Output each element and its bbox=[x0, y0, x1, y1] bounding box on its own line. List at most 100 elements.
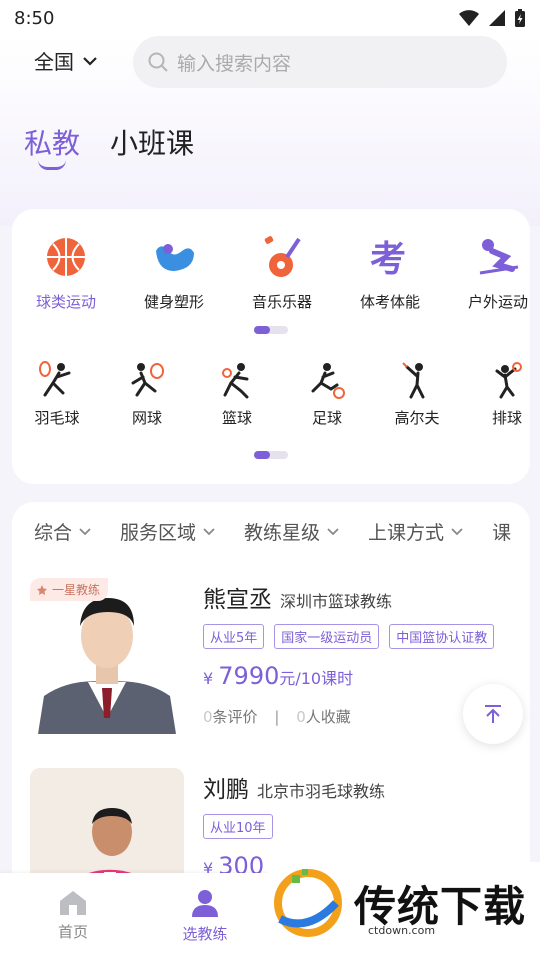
coach-star-badge: 一星教练 bbox=[30, 578, 109, 601]
filter-label: 综合 bbox=[34, 522, 73, 544]
category-item-outdoor[interactable]: 户外运动 bbox=[444, 235, 530, 312]
filter-row: 综合 服务区域 教练星级 上课方式 课 bbox=[34, 518, 511, 545]
status-icons bbox=[458, 8, 526, 28]
sport-label: 篮球 bbox=[221, 409, 252, 427]
category-item-music[interactable]: 音乐乐器 bbox=[228, 235, 336, 312]
filter-service-area[interactable]: 服务区域 bbox=[120, 518, 216, 545]
guitar-icon bbox=[260, 235, 304, 279]
watermark: 传统下载 ctdown.com bbox=[268, 862, 540, 944]
volleyball-icon bbox=[495, 362, 522, 399]
region-selector[interactable]: 全国 bbox=[34, 46, 98, 75]
nav-label: 选教练 bbox=[182, 925, 228, 943]
watermark-url: ctdown.com bbox=[368, 924, 436, 937]
sport-item-volleyball[interactable]: 排球 bbox=[462, 361, 530, 428]
chevron-down-icon bbox=[327, 528, 339, 536]
sport-label: 羽毛球 bbox=[34, 409, 80, 427]
reviews-count: 0 bbox=[203, 708, 213, 726]
favorites-count: 0 bbox=[296, 708, 306, 726]
svg-text:考: 考 bbox=[370, 239, 406, 277]
search-placeholder: 输入搜索内容 bbox=[177, 52, 292, 75]
favorites-label: 人收藏 bbox=[305, 708, 351, 726]
category-label: 球类运动 bbox=[35, 293, 96, 311]
basketball-icon bbox=[44, 235, 88, 279]
battery-icon bbox=[515, 9, 525, 27]
coach-name: 熊宣丞 bbox=[203, 587, 272, 613]
watermark-logo-icon bbox=[274, 869, 342, 937]
back-to-top-button[interactable] bbox=[463, 684, 523, 744]
price-value: 7990 bbox=[218, 662, 280, 690]
coach-name: 刘鹏 bbox=[203, 777, 249, 803]
coach-tags: 从业10年 bbox=[203, 814, 273, 839]
sport-label: 排球 bbox=[491, 409, 522, 427]
arrow-up-icon bbox=[485, 705, 501, 723]
star-badge-icon bbox=[37, 584, 47, 595]
basketball-player-icon bbox=[222, 363, 249, 399]
sport-label: 足球 bbox=[311, 409, 342, 427]
coach-name-row: 刘鹏 北京市羽毛球教练 bbox=[203, 770, 385, 804]
category-label: 音乐乐器 bbox=[251, 293, 312, 311]
header: 全国 输入搜索内容 私教 小班课 bbox=[0, 36, 540, 226]
person-icon bbox=[192, 890, 218, 917]
nav-home[interactable]: 首页 bbox=[23, 889, 123, 942]
coach-name-row: 熊宣丞 深圳市篮球教练 bbox=[203, 580, 392, 614]
coach-tags: 从业5年 国家一级运动员 中国篮协认证教 bbox=[203, 624, 495, 649]
filter-coach-level[interactable]: 教练星级 bbox=[244, 518, 340, 545]
tab-indicator bbox=[38, 160, 66, 170]
category-label: 体考体能 bbox=[359, 293, 420, 311]
coach-photo: 一星教练 bbox=[30, 578, 184, 734]
filter-comprehensive[interactable]: 综合 bbox=[34, 518, 92, 545]
tab-small-class[interactable]: 小班课 bbox=[110, 122, 194, 162]
sport-item-golf[interactable]: 高尔夫 bbox=[372, 361, 462, 428]
coach-stats: 0条评价 | 0人收藏 bbox=[203, 706, 351, 727]
filter-course[interactable]: 课 bbox=[492, 518, 511, 545]
category-item-ball[interactable]: 球类运动 bbox=[12, 235, 120, 312]
signal-icon bbox=[489, 10, 505, 26]
region-label: 全国 bbox=[34, 50, 74, 74]
coach-tag: 国家一级运动员 bbox=[274, 624, 380, 649]
sport-label: 网球 bbox=[131, 409, 162, 427]
coach-title: 深圳市篮球教练 bbox=[280, 592, 393, 611]
category-item-exam[interactable]: 考 体考体能 bbox=[336, 235, 444, 312]
badminton-icon bbox=[39, 361, 71, 397]
search-icon bbox=[148, 52, 168, 72]
coach-card[interactable]: 一星教练 熊宣丞 深圳市篮球教练 从业5年 国家一级运动员 中国篮协认证教 ¥ 7… bbox=[30, 578, 530, 738]
coach-list-card: 综合 服务区域 教练星级 上课方式 课 一星教练 熊宣丞 深圳市篮球教练 从业5… bbox=[12, 502, 530, 902]
sport-item-tennis[interactable]: 网球 bbox=[102, 361, 192, 428]
filter-class-mode[interactable]: 上课方式 bbox=[368, 518, 464, 545]
chevron-down-icon bbox=[83, 56, 97, 66]
chevron-down-icon bbox=[79, 528, 91, 536]
category-item-fitness[interactable]: 健身塑形 bbox=[120, 235, 228, 312]
reviews-label: 条评价 bbox=[212, 708, 258, 726]
nav-choose-coach[interactable]: 选教练 bbox=[155, 889, 255, 944]
status-bar: 8:50 bbox=[0, 0, 540, 36]
sport-item-badminton[interactable]: 羽毛球 bbox=[12, 361, 102, 428]
price-symbol: ¥ bbox=[203, 669, 214, 688]
category-row: 球类运动 健身塑形 音乐乐器 考 体考体能 户外运动 bbox=[12, 235, 530, 312]
coach-price: ¥ 7990元/10课时 bbox=[203, 662, 353, 690]
filter-label: 课 bbox=[492, 522, 512, 544]
chevron-down-icon bbox=[451, 528, 463, 536]
price-unit: 元/10课时 bbox=[279, 669, 354, 688]
coach-title: 北京市羽毛球教练 bbox=[257, 782, 386, 801]
sport-page-indicator bbox=[254, 451, 288, 459]
search-input[interactable]: 输入搜索内容 bbox=[133, 36, 507, 88]
category-label: 健身塑形 bbox=[143, 293, 204, 311]
exam-icon: 考 bbox=[368, 235, 412, 279]
tab-private[interactable]: 私教 bbox=[24, 122, 80, 162]
sport-row: 羽毛球 网球 篮球 足球 高尔夫 排球 bbox=[12, 361, 530, 428]
coach-tag: 从业10年 bbox=[203, 814, 273, 839]
coach-tag: 中国篮协认证教 bbox=[389, 624, 495, 649]
nav-label: 首页 bbox=[57, 923, 88, 941]
sport-item-football[interactable]: 足球 bbox=[282, 361, 372, 428]
sport-label: 高尔夫 bbox=[394, 409, 440, 427]
skiing-icon bbox=[476, 235, 520, 279]
coach-tag: 从业5年 bbox=[203, 624, 265, 649]
wifi-icon bbox=[459, 10, 479, 26]
category-label: 户外运动 bbox=[467, 293, 528, 311]
chevron-down-icon bbox=[203, 528, 215, 536]
golf-icon bbox=[402, 362, 425, 399]
home-icon bbox=[60, 891, 86, 915]
filter-label: 教练星级 bbox=[244, 522, 321, 544]
category-card: 球类运动 健身塑形 音乐乐器 考 体考体能 户外运动 羽毛球 网球 篮球 足球 … bbox=[12, 209, 530, 484]
sport-item-basketball[interactable]: 篮球 bbox=[192, 361, 282, 428]
